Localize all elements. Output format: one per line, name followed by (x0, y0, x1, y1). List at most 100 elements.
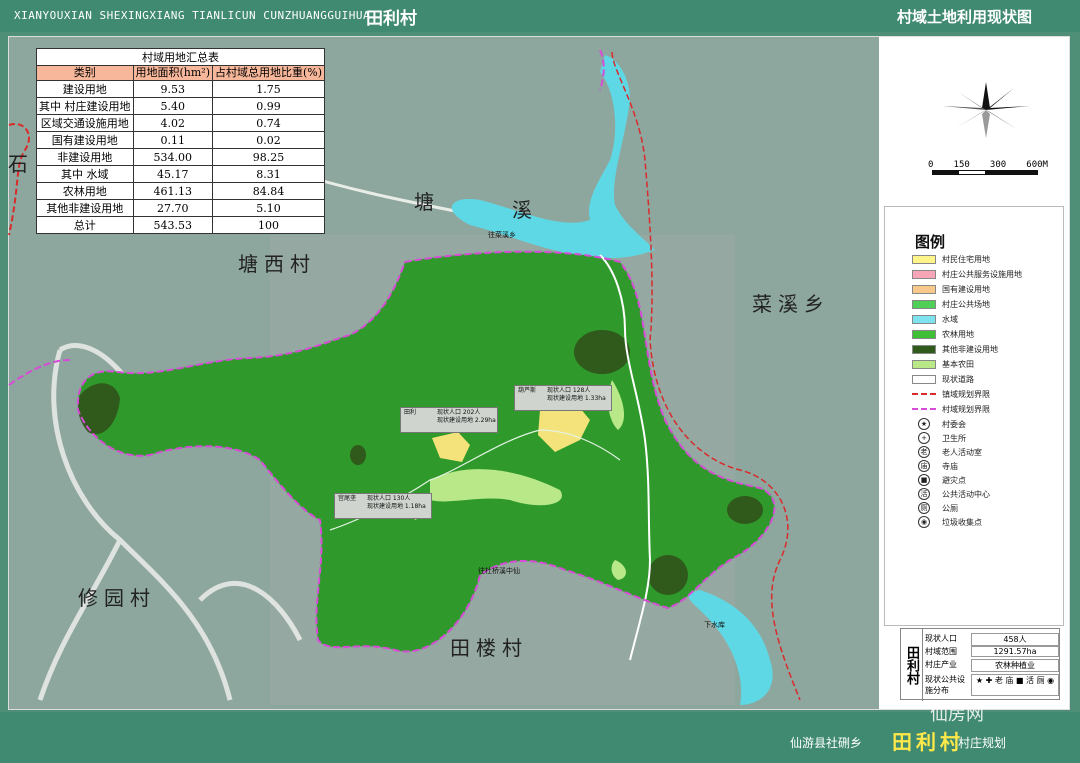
table-row: 非建设用地 534.00 98.25 (36, 148, 326, 166)
legend-symbol-icon: ★ (918, 418, 930, 430)
settlement-callout-tianli: 田利 现状人口 202人 现状建设用地 2.29ha (400, 407, 498, 433)
legend-label: 基本农田 (942, 359, 974, 369)
legend-item: 村庄公共服务设施用地 (912, 267, 1022, 281)
dark-green-patch-4 (350, 445, 366, 465)
footer-village: 田利村 (892, 730, 964, 754)
legend-label: 村民住宅用地 (942, 254, 990, 264)
table-caption: 村域用地汇总表 (35, 48, 326, 66)
place-label-tang: 塘 (414, 190, 440, 214)
dark-green-patch-2 (648, 555, 688, 595)
legend-item: ■ 避灾点 (912, 473, 966, 487)
legend-item: 村庄公共场地 (912, 297, 990, 311)
callout-name: 田利 (404, 409, 417, 416)
table-cell-share: 0.99 (212, 97, 326, 115)
table-cell-category: 总计 (36, 216, 134, 234)
table-cell-area: 543.53 (132, 216, 214, 234)
legend-label: 寺庙 (942, 461, 958, 471)
table-cell-category: 国有建设用地 (36, 131, 134, 149)
legend-item: 村域规划界限 (912, 402, 990, 416)
legend-item: 活 公共活动中心 (912, 487, 990, 501)
legend-item: 水域 (912, 312, 958, 326)
info-row: 村域范围 1291.57ha (925, 646, 1059, 657)
callout-population: 现状人口 128人 (547, 387, 591, 394)
table-row: 建设用地 9.53 1.75 (36, 80, 326, 98)
legend-label: 避灾点 (942, 475, 966, 485)
legend-label: 村庄公共场地 (942, 299, 990, 309)
info-side-label: 田利村 (901, 629, 923, 701)
info-value: ★ ✚ 老 庙 ■ 活 厕 ◉ (971, 674, 1059, 696)
table-cell-share: 5.10 (212, 199, 326, 217)
scale-tick: 150 (953, 160, 970, 170)
scale-bar: 0 150 300 600M (928, 160, 1048, 175)
table-cell-area: 461.13 (132, 182, 214, 200)
table-cell-area: 4.02 (132, 114, 214, 132)
legend-label: 现状道路 (942, 374, 974, 384)
table-cell-area: 27.70 (132, 199, 214, 217)
info-key: 现状人口 (925, 634, 957, 643)
road-label: 往菜溪乡 (488, 231, 516, 239)
legend-symbol-icon: 老 (918, 446, 930, 458)
watermark-text: 仙房网 (930, 704, 984, 725)
legend-label: 水域 (942, 314, 958, 324)
callout-population: 现状人口 202人 (437, 409, 481, 416)
bottom-banner: 仙游县社硎乡 田利村 村庄规划 (0, 712, 1080, 763)
legend-swatch (912, 254, 936, 264)
legend-label: 国有建设用地 (942, 284, 990, 294)
table-cell-area: 0.11 (132, 131, 214, 149)
info-row: 现状公共设施分布 ★ ✚ 老 庙 ■ 活 厕 ◉ (925, 674, 1059, 696)
table-cell-category: 区域交通设施用地 (36, 114, 134, 132)
legend-swatch (912, 299, 936, 309)
callout-name: 宫尾垄 (338, 495, 357, 502)
legend-item: 村民住宅用地 (912, 252, 990, 266)
legend-swatch (912, 329, 936, 339)
place-label-tianlou-village: 田楼村 (450, 636, 528, 660)
legend-item: 老 老人活动室 (912, 445, 982, 459)
legend-swatch (912, 344, 936, 354)
settlement-callout-hulusi: 葫芦斯 现状人口 128人 现状建设用地 1.33ha (514, 385, 612, 411)
place-label-shi: 石 (8, 152, 34, 176)
table-row: 总计 543.53 100 (36, 216, 326, 234)
legend-item: 农林用地 (912, 327, 974, 341)
legend-item: 其他非建设用地 (912, 342, 998, 356)
dark-green-patch-3 (727, 496, 763, 524)
legend-swatch (912, 359, 936, 369)
callout-name: 葫芦斯 (518, 387, 537, 394)
table-row: 其中 村庄建设用地 5.40 0.99 (36, 97, 326, 115)
legend-label: 卫生所 (942, 433, 966, 443)
legend-label: 村域规划界限 (942, 404, 990, 414)
table-cell-share: 0.74 (212, 114, 326, 132)
legend-label: 老人活动室 (942, 447, 982, 457)
legend-swatch (912, 314, 936, 324)
legend-symbol-icon: 厕 (918, 502, 930, 514)
table-row: 国有建设用地 0.11 0.02 (36, 131, 326, 149)
legend-swatch (912, 269, 936, 279)
legend-swatch (912, 284, 936, 294)
info-row: 村庄产业 农林种植业 (925, 659, 1059, 672)
info-value: 1291.57ha (971, 646, 1059, 657)
place-label-xiuyuan-village: 修园村 (78, 586, 156, 610)
road-label: 往杜桥溪中仙 (478, 567, 520, 575)
place-label-caixi-town: 菜溪乡 (752, 292, 830, 316)
info-value: 458人 (971, 633, 1059, 646)
info-value: 农林种植业 (971, 659, 1059, 672)
dark-green-patch-1 (574, 330, 630, 374)
place-label-tangxi-village: 塘西村 (238, 252, 316, 276)
table-cell-area: 45.17 (132, 165, 214, 183)
group-label: 其中 (61, 168, 83, 181)
info-key: 村庄产业 (925, 660, 957, 669)
legend-symbol-icon: ■ (918, 474, 930, 486)
callout-land: 现状建设用地 1.18ha (367, 503, 426, 510)
table-cell-share: 8.31 (212, 165, 326, 183)
table-cell-share: 98.25 (212, 148, 326, 166)
legend-label: 公厕 (942, 503, 958, 513)
place-label-xi: 溪 (512, 198, 538, 222)
legend-swatch (912, 393, 936, 395)
legend-label: 镇域规划界限 (942, 389, 990, 399)
reservoir-label: 下水库 (704, 621, 725, 629)
table-row: 其他非建设用地 27.70 5.10 (36, 199, 326, 217)
legend-label: 村委会 (942, 419, 966, 429)
group-label: 其中 (39, 100, 61, 113)
legend-symbol-icon: 庙 (918, 460, 930, 472)
callout-land: 现状建设用地 1.33ha (547, 395, 606, 402)
legend-item: 厕 公厕 (912, 501, 958, 515)
